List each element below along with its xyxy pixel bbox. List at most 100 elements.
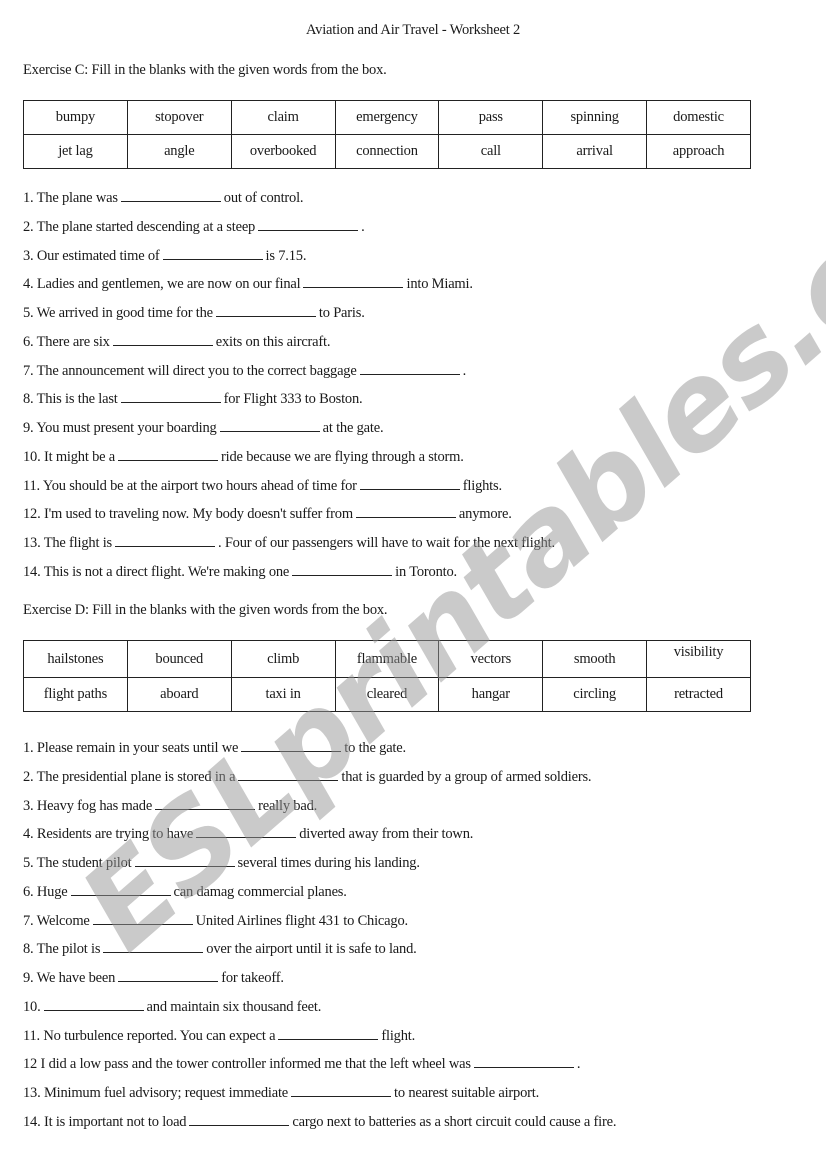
answer-blank[interactable] [291, 1084, 392, 1097]
item-text-before: 2. The plane started descending at a ste… [23, 218, 256, 235]
item-text-before: 3. Heavy fog has made [23, 797, 153, 814]
word-cell: climb [230, 640, 336, 678]
answer-blank[interactable] [155, 797, 256, 810]
item-text-before: 8. This is the last [23, 391, 118, 408]
exercise-item: 10. It might be a ride because we are fly… [23, 448, 555, 477]
worksheet-page: Aviation and Air Travel - Worksheet 2 Ex… [0, 0, 826, 1169]
item-text-after: United Airlines flight 431 to Chicago. [195, 912, 408, 929]
item-text-before: 5. We arrived in good time for the [23, 305, 213, 321]
answer-blank[interactable] [292, 563, 393, 576]
answer-blank[interactable] [162, 247, 263, 260]
word-cell: spinning [542, 100, 648, 135]
word-box-row: hailstones bounced climb flammable vecto… [23, 640, 751, 678]
answer-blank[interactable] [303, 275, 404, 289]
answer-blank[interactable] [112, 333, 213, 346]
item-text-after: to the gate. [344, 740, 406, 756]
exercise-item: 11. No turbulence reported. You can expe… [23, 1027, 616, 1056]
word-cell: approach [646, 134, 751, 169]
item-text-after: for Flight 333 to Boston. [223, 391, 363, 408]
answer-blank[interactable] [473, 1055, 574, 1069]
exercise-item: 11. You should be at the airport two hou… [23, 477, 555, 506]
answer-blank[interactable] [238, 768, 339, 781]
answer-blank[interactable] [120, 390, 221, 404]
answer-blank[interactable] [134, 854, 235, 867]
exercise-item: 7. Welcome United Airlines flight 431 to … [23, 912, 616, 941]
item-text-after: . [361, 218, 365, 235]
answer-blank[interactable] [241, 739, 342, 752]
worksheet-title: Aviation and Air Travel - Worksheet 2 [305, 22, 520, 38]
item-text-after: . Four of our passengers will have to wa… [217, 535, 555, 551]
word-cell: arrival [542, 134, 648, 169]
item-text-after: for takeoff. [221, 970, 284, 986]
item-text-after: . [576, 1056, 581, 1073]
word-cell: flammable [334, 640, 440, 678]
answer-blank[interactable] [355, 505, 456, 519]
answer-blank[interactable] [120, 189, 221, 202]
item-text-before: 11. No turbulence reported. You can expe… [23, 1027, 276, 1044]
exercise-item: 2. The plane started descending at a ste… [23, 218, 555, 247]
item-text-after: flight. [381, 1027, 416, 1044]
item-text-before: 9. We have been [23, 970, 116, 986]
exercise-item: 3. Our estimated time of is 7.15. [23, 247, 555, 276]
exercise-item: 12. I'm used to traveling now. My body d… [23, 505, 555, 534]
item-text-after: and maintain six thousand feet. [146, 998, 322, 1015]
word-cell: angle [126, 134, 232, 169]
exercise-d-items: 1. Please remain in your seats until we t… [23, 739, 616, 1142]
item-text-after: several times during his landing. [237, 855, 420, 871]
exercise-item: 1. The plane was out of control. [23, 189, 555, 218]
word-cell: connection [334, 134, 440, 169]
item-text-before: 9. You must present your boarding [23, 420, 217, 436]
answer-blank[interactable] [196, 825, 297, 839]
answer-blank[interactable] [258, 218, 359, 231]
exercise-item: 3. Heavy fog has made really bad. [23, 797, 616, 826]
item-text-after: anymore. [458, 506, 512, 523]
item-text-before: 14. It is important not to load [23, 1113, 187, 1130]
item-text-before: 14. This is not a direct flight. We're m… [23, 563, 290, 580]
word-cell: cleared [334, 677, 440, 712]
word-cell: visibility [646, 640, 751, 678]
answer-blank[interactable] [114, 534, 215, 547]
answer-blank[interactable] [92, 912, 193, 925]
answer-blank[interactable] [219, 419, 320, 432]
exercise-item: 6. Huge can damag commercial planes. [23, 883, 616, 912]
exercise-item: 7. The announcement will direct you to t… [23, 362, 555, 391]
item-text-before: 10. It might be a [23, 448, 116, 465]
exercise-item: 9. You must present your boarding at the … [23, 419, 555, 448]
exercise-item: 14. This is not a direct flight. We're m… [23, 563, 555, 592]
item-text-before: 13. The flight is [23, 535, 112, 551]
item-text-after: . [462, 362, 467, 379]
exercise-item: 13. Minimum fuel advisory; request immed… [23, 1084, 616, 1113]
answer-blank[interactable] [359, 477, 460, 490]
word-cell: stopover [126, 100, 232, 135]
answer-blank[interactable] [215, 304, 316, 317]
answer-blank[interactable] [43, 998, 144, 1011]
item-text-before: 3. Our estimated time of [23, 247, 160, 264]
answer-blank[interactable] [103, 940, 204, 954]
word-cell: pass [438, 100, 544, 135]
word-cell: hailstones [23, 640, 128, 678]
answer-blank[interactable] [278, 1027, 379, 1040]
item-text-after: diverted away from their town. [299, 826, 474, 843]
word-cell: call [438, 134, 544, 169]
item-text-after: is 7.15. [265, 247, 307, 264]
item-text-before: 11. You should be at the airport two hou… [23, 477, 357, 494]
item-text-before: 8. The pilot is [23, 941, 101, 958]
answer-blank[interactable] [189, 1113, 290, 1126]
item-text-before: 1. Please remain in your seats until we [23, 740, 239, 756]
word-cell: smooth [542, 640, 648, 678]
item-text-before: 13. Minimum fuel advisory; request immed… [23, 1085, 289, 1101]
word-cell: jet lag [23, 134, 128, 169]
exercise-item: 14. It is important not to load cargo nex… [23, 1113, 616, 1142]
exercise-item: 5. We arrived in good time for the to Par… [23, 304, 555, 333]
answer-blank[interactable] [359, 362, 460, 375]
item-text-before: 5. The student pilot [23, 855, 132, 871]
exercise-item: 8. This is the last for Flight 333 to Bos… [23, 390, 555, 419]
item-text-after: cargo next to batteries as a short circu… [292, 1113, 617, 1130]
item-text-before: 7. The announcement will direct you to t… [23, 362, 357, 379]
word-cell: vectors [438, 640, 544, 678]
answer-blank[interactable] [118, 448, 219, 461]
answer-blank[interactable] [118, 969, 219, 982]
answer-blank[interactable] [70, 883, 171, 896]
exercise-item: 8. The pilot is over the airport until it… [23, 940, 616, 969]
item-text-before: 4. Residents are trying to have [23, 826, 194, 843]
